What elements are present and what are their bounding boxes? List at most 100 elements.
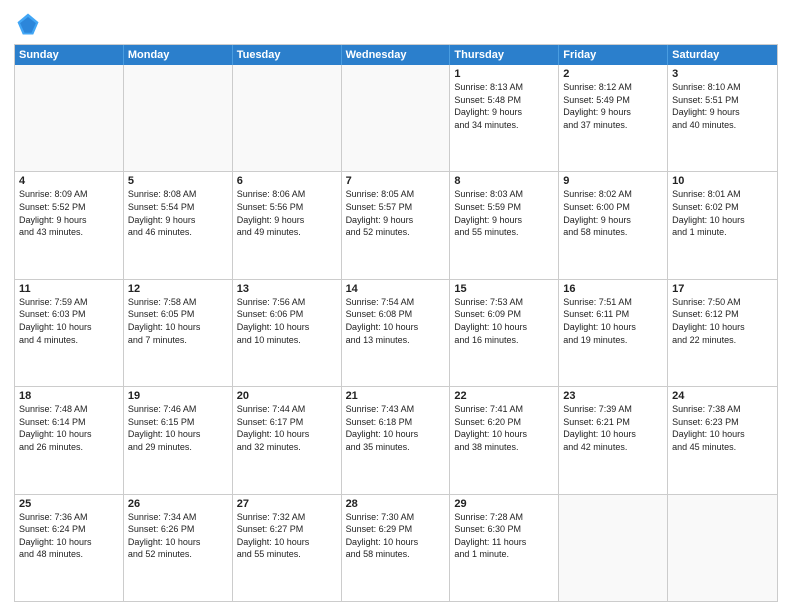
day-number: 10	[672, 175, 773, 187]
cell-info: Sunrise: 7:43 AM Sunset: 6:18 PM Dayligh…	[346, 403, 446, 453]
header-day-saturday: Saturday	[668, 45, 777, 65]
calendar-cell: 5Sunrise: 8:08 AM Sunset: 5:54 PM Daylig…	[124, 172, 233, 278]
header-day-monday: Monday	[124, 45, 233, 65]
day-number: 11	[19, 283, 119, 295]
cell-info: Sunrise: 7:44 AM Sunset: 6:17 PM Dayligh…	[237, 403, 337, 453]
cell-info: Sunrise: 7:39 AM Sunset: 6:21 PM Dayligh…	[563, 403, 663, 453]
calendar-row-4: 25Sunrise: 7:36 AM Sunset: 6:24 PM Dayli…	[15, 494, 777, 601]
cell-info: Sunrise: 7:48 AM Sunset: 6:14 PM Dayligh…	[19, 403, 119, 453]
calendar-cell: 19Sunrise: 7:46 AM Sunset: 6:15 PM Dayli…	[124, 387, 233, 493]
calendar-cell: 9Sunrise: 8:02 AM Sunset: 6:00 PM Daylig…	[559, 172, 668, 278]
header-day-sunday: Sunday	[15, 45, 124, 65]
header-day-tuesday: Tuesday	[233, 45, 342, 65]
calendar-body: 1Sunrise: 8:13 AM Sunset: 5:48 PM Daylig…	[15, 65, 777, 601]
day-number: 15	[454, 283, 554, 295]
calendar-cell: 7Sunrise: 8:05 AM Sunset: 5:57 PM Daylig…	[342, 172, 451, 278]
calendar-header: SundayMondayTuesdayWednesdayThursdayFrid…	[15, 45, 777, 65]
day-number: 16	[563, 283, 663, 295]
cell-info: Sunrise: 8:06 AM Sunset: 5:56 PM Dayligh…	[237, 188, 337, 238]
cell-info: Sunrise: 8:09 AM Sunset: 5:52 PM Dayligh…	[19, 188, 119, 238]
day-number: 21	[346, 390, 446, 402]
calendar-cell: 24Sunrise: 7:38 AM Sunset: 6:23 PM Dayli…	[668, 387, 777, 493]
header-day-friday: Friday	[559, 45, 668, 65]
calendar-cell: 13Sunrise: 7:56 AM Sunset: 6:06 PM Dayli…	[233, 280, 342, 386]
cell-info: Sunrise: 8:05 AM Sunset: 5:57 PM Dayligh…	[346, 188, 446, 238]
header-day-wednesday: Wednesday	[342, 45, 451, 65]
cell-info: Sunrise: 7:54 AM Sunset: 6:08 PM Dayligh…	[346, 296, 446, 346]
cell-info: Sunrise: 7:50 AM Sunset: 6:12 PM Dayligh…	[672, 296, 773, 346]
cell-info: Sunrise: 8:10 AM Sunset: 5:51 PM Dayligh…	[672, 81, 773, 131]
calendar-cell	[559, 495, 668, 601]
calendar-cell: 26Sunrise: 7:34 AM Sunset: 6:26 PM Dayli…	[124, 495, 233, 601]
cell-info: Sunrise: 8:13 AM Sunset: 5:48 PM Dayligh…	[454, 81, 554, 131]
cell-info: Sunrise: 7:58 AM Sunset: 6:05 PM Dayligh…	[128, 296, 228, 346]
calendar-cell: 29Sunrise: 7:28 AM Sunset: 6:30 PM Dayli…	[450, 495, 559, 601]
calendar-cell: 23Sunrise: 7:39 AM Sunset: 6:21 PM Dayli…	[559, 387, 668, 493]
cell-info: Sunrise: 7:46 AM Sunset: 6:15 PM Dayligh…	[128, 403, 228, 453]
cell-info: Sunrise: 7:38 AM Sunset: 6:23 PM Dayligh…	[672, 403, 773, 453]
day-number: 20	[237, 390, 337, 402]
calendar-cell: 4Sunrise: 8:09 AM Sunset: 5:52 PM Daylig…	[15, 172, 124, 278]
calendar-row-0: 1Sunrise: 8:13 AM Sunset: 5:48 PM Daylig…	[15, 65, 777, 171]
cell-info: Sunrise: 7:36 AM Sunset: 6:24 PM Dayligh…	[19, 511, 119, 561]
day-number: 12	[128, 283, 228, 295]
calendar-cell: 20Sunrise: 7:44 AM Sunset: 6:17 PM Dayli…	[233, 387, 342, 493]
day-number: 19	[128, 390, 228, 402]
day-number: 13	[237, 283, 337, 295]
header-day-thursday: Thursday	[450, 45, 559, 65]
day-number: 24	[672, 390, 773, 402]
calendar-cell: 2Sunrise: 8:12 AM Sunset: 5:49 PM Daylig…	[559, 65, 668, 171]
day-number: 29	[454, 498, 554, 510]
calendar-cell	[124, 65, 233, 171]
calendar-row-1: 4Sunrise: 8:09 AM Sunset: 5:52 PM Daylig…	[15, 171, 777, 278]
logo	[14, 10, 46, 38]
day-number: 2	[563, 68, 663, 80]
day-number: 27	[237, 498, 337, 510]
day-number: 28	[346, 498, 446, 510]
calendar-cell: 16Sunrise: 7:51 AM Sunset: 6:11 PM Dayli…	[559, 280, 668, 386]
calendar-cell: 15Sunrise: 7:53 AM Sunset: 6:09 PM Dayli…	[450, 280, 559, 386]
cell-info: Sunrise: 8:03 AM Sunset: 5:59 PM Dayligh…	[454, 188, 554, 238]
calendar-row-3: 18Sunrise: 7:48 AM Sunset: 6:14 PM Dayli…	[15, 386, 777, 493]
cell-info: Sunrise: 7:30 AM Sunset: 6:29 PM Dayligh…	[346, 511, 446, 561]
calendar-row-2: 11Sunrise: 7:59 AM Sunset: 6:03 PM Dayli…	[15, 279, 777, 386]
calendar-cell	[233, 65, 342, 171]
cell-info: Sunrise: 8:08 AM Sunset: 5:54 PM Dayligh…	[128, 188, 228, 238]
day-number: 17	[672, 283, 773, 295]
cell-info: Sunrise: 8:12 AM Sunset: 5:49 PM Dayligh…	[563, 81, 663, 131]
day-number: 1	[454, 68, 554, 80]
cell-info: Sunrise: 7:34 AM Sunset: 6:26 PM Dayligh…	[128, 511, 228, 561]
calendar-cell: 6Sunrise: 8:06 AM Sunset: 5:56 PM Daylig…	[233, 172, 342, 278]
day-number: 9	[563, 175, 663, 187]
day-number: 6	[237, 175, 337, 187]
calendar: SundayMondayTuesdayWednesdayThursdayFrid…	[14, 44, 778, 602]
day-number: 26	[128, 498, 228, 510]
day-number: 8	[454, 175, 554, 187]
logo-icon	[14, 10, 42, 38]
cell-info: Sunrise: 7:59 AM Sunset: 6:03 PM Dayligh…	[19, 296, 119, 346]
calendar-cell: 18Sunrise: 7:48 AM Sunset: 6:14 PM Dayli…	[15, 387, 124, 493]
cell-info: Sunrise: 7:32 AM Sunset: 6:27 PM Dayligh…	[237, 511, 337, 561]
calendar-cell: 21Sunrise: 7:43 AM Sunset: 6:18 PM Dayli…	[342, 387, 451, 493]
calendar-cell: 14Sunrise: 7:54 AM Sunset: 6:08 PM Dayli…	[342, 280, 451, 386]
day-number: 5	[128, 175, 228, 187]
calendar-cell	[342, 65, 451, 171]
cell-info: Sunrise: 7:41 AM Sunset: 6:20 PM Dayligh…	[454, 403, 554, 453]
calendar-cell: 25Sunrise: 7:36 AM Sunset: 6:24 PM Dayli…	[15, 495, 124, 601]
calendar-cell	[668, 495, 777, 601]
calendar-cell	[15, 65, 124, 171]
day-number: 18	[19, 390, 119, 402]
page-header	[14, 10, 778, 38]
cell-info: Sunrise: 7:53 AM Sunset: 6:09 PM Dayligh…	[454, 296, 554, 346]
calendar-cell: 17Sunrise: 7:50 AM Sunset: 6:12 PM Dayli…	[668, 280, 777, 386]
calendar-cell: 12Sunrise: 7:58 AM Sunset: 6:05 PM Dayli…	[124, 280, 233, 386]
day-number: 22	[454, 390, 554, 402]
cell-info: Sunrise: 7:56 AM Sunset: 6:06 PM Dayligh…	[237, 296, 337, 346]
day-number: 23	[563, 390, 663, 402]
day-number: 14	[346, 283, 446, 295]
day-number: 3	[672, 68, 773, 80]
calendar-cell: 27Sunrise: 7:32 AM Sunset: 6:27 PM Dayli…	[233, 495, 342, 601]
calendar-cell: 3Sunrise: 8:10 AM Sunset: 5:51 PM Daylig…	[668, 65, 777, 171]
calendar-cell: 28Sunrise: 7:30 AM Sunset: 6:29 PM Dayli…	[342, 495, 451, 601]
cell-info: Sunrise: 8:02 AM Sunset: 6:00 PM Dayligh…	[563, 188, 663, 238]
